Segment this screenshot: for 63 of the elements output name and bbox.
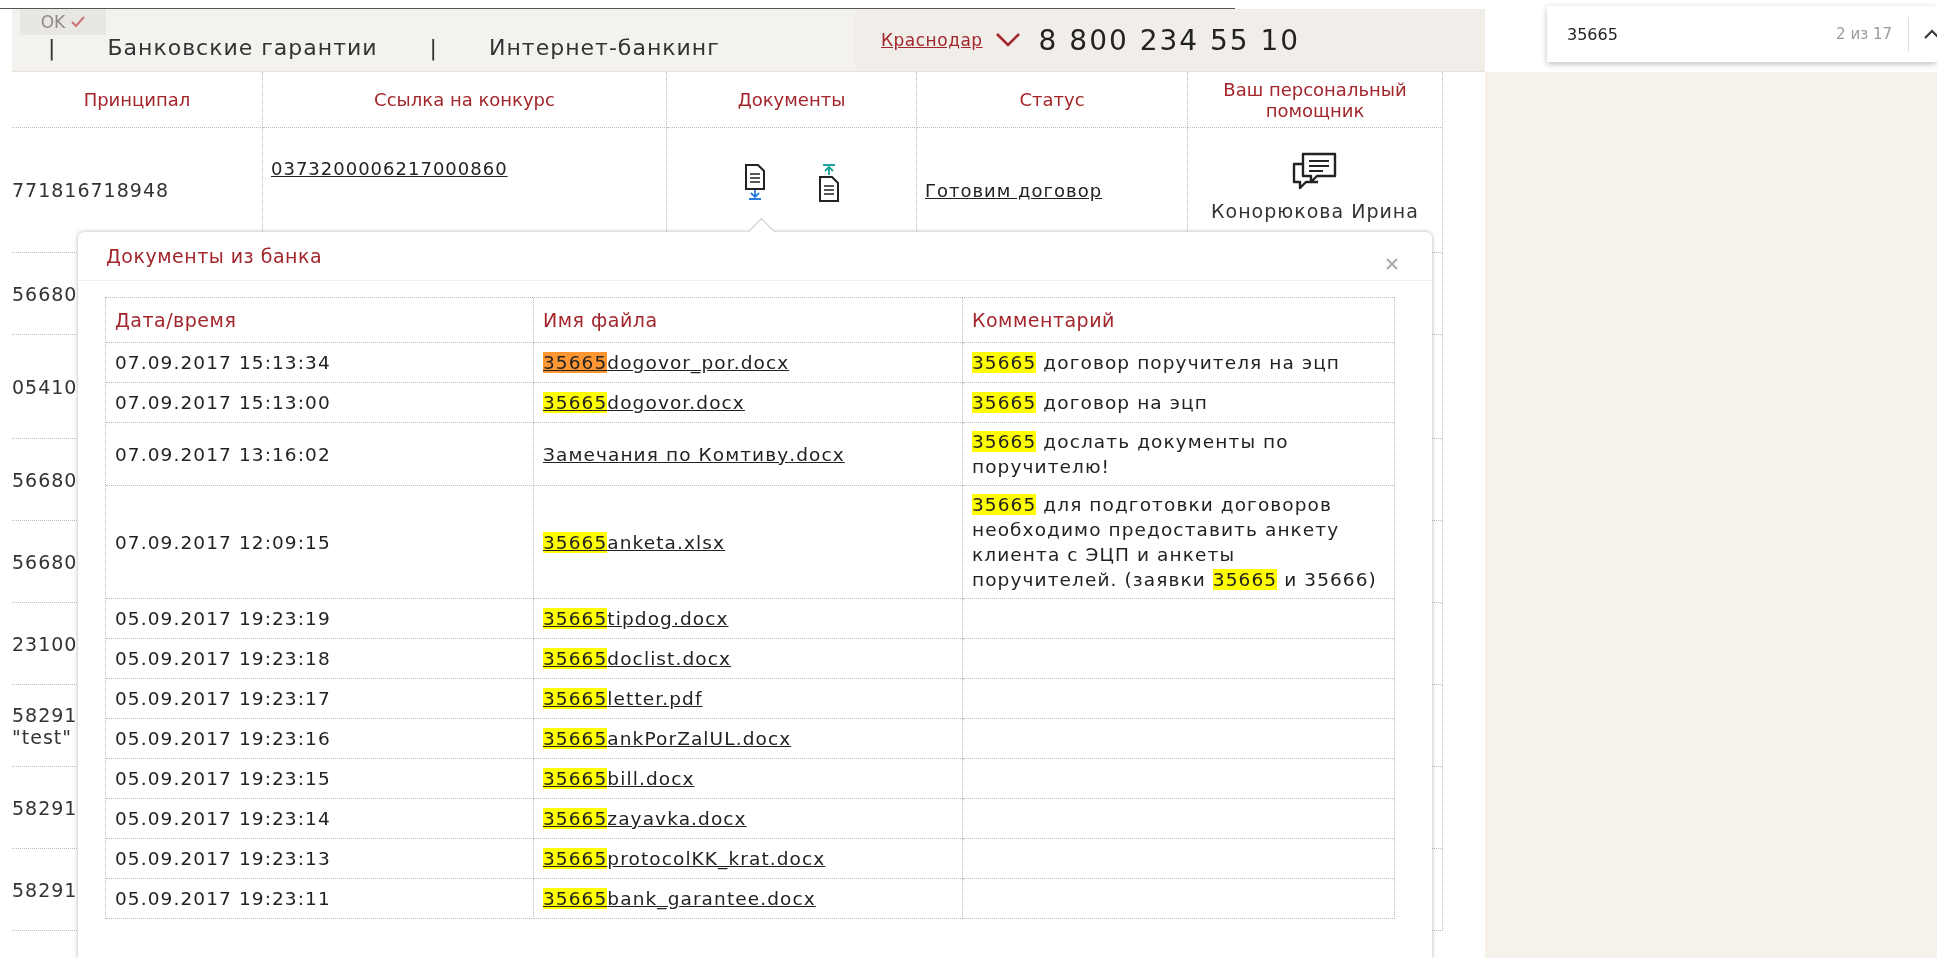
comment-text: 35665 договор на эцп [972, 391, 1208, 415]
file-link[interactable]: 35665ankPorZalUL.docx [543, 726, 792, 751]
principal-note: "test" [12, 725, 72, 748]
file-link[interactable]: Замечания по Комтиву.docx [543, 441, 845, 467]
principal-inn: 56680 [12, 550, 78, 573]
nav-link[interactable]: Интернет-банкинг [489, 34, 720, 60]
tender-link[interactable]: 0373200006217000860 [271, 158, 508, 179]
file-link[interactable]: 35665zayavka.docx [543, 806, 747, 831]
column-header: Дата/время [106, 298, 534, 343]
column-header: Ссылка на конкурс [263, 72, 667, 128]
comment-text: 35665 для подготовки договоров необходимо предоставить анкету клиента с ЭЦП и анкеты поручителей. (заявки 35665 и 35666) [972, 493, 1378, 592]
document-download-icon[interactable] [743, 164, 766, 200]
principal-inn: 58291 [12, 703, 78, 726]
date-time: 07.09.2017 12:09:15 [115, 530, 331, 555]
column-header: Статус [917, 72, 1188, 128]
file-link[interactable]: 35665dogovor.docx [543, 390, 745, 415]
principal-inn: 56680 [12, 468, 78, 491]
date-time: 07.09.2017 15:13:34 [115, 351, 331, 375]
date-time: 05.09.2017 19:23:15 [115, 767, 331, 791]
chat-icon[interactable] [1291, 152, 1339, 192]
find-input[interactable]: 35665 [1565, 23, 1749, 45]
file-link[interactable]: 35665 bank_garantee.docx [543, 886, 816, 911]
date-time: 05.09.2017 19:23:11 [115, 887, 331, 911]
document-upload-icon[interactable] [817, 164, 840, 202]
column-header: Документы [667, 72, 917, 128]
date-time: 07.09.2017 13:16:02 [115, 442, 331, 467]
file-link[interactable]: 35665 bill.docx [543, 766, 695, 791]
status-link[interactable]: Готовим договор [925, 179, 1103, 201]
file-link[interactable]: 35665 protocolKK_krat.docx [543, 846, 826, 871]
date-time: 05.09.2017 19:23:17 [115, 687, 331, 711]
nav-separator: | [429, 34, 437, 60]
principal-inn: 56680 [12, 282, 78, 305]
phone-number: 8 800 234 55 10 [1038, 23, 1301, 57]
file-link[interactable]: 35665anketa.xlsx [543, 529, 726, 555]
chevron-up-icon[interactable] [1923, 28, 1937, 40]
assistant-name: Конорюкова Ирина [1211, 200, 1419, 222]
date-time: 05.09.2017 19:23:18 [115, 647, 331, 671]
date-time: 05.09.2017 19:23:13 [115, 847, 331, 871]
principal-inn: 05410 [12, 375, 78, 398]
principal-inn: 58291 [12, 796, 78, 819]
date-time: 05.09.2017 19:23:19 [115, 607, 331, 631]
popup-title: Документы из банка [106, 245, 323, 267]
principal-inn: 771816718948 [12, 179, 170, 201]
column-header: Имя файла [534, 298, 963, 343]
file-link[interactable]: 35665doclist.docx [543, 646, 732, 671]
principal-inn: 58291 [12, 878, 78, 901]
city-link[interactable]: Краснодар [881, 30, 983, 50]
column-header: Ваш персональный помощник [1188, 72, 1443, 128]
file-link[interactable]: 35665 letter.pdf [543, 686, 703, 711]
column-header: Комментарий [963, 298, 1395, 343]
date-time: 07.09.2017 15:13:00 [115, 391, 331, 415]
nav-separator: | [48, 34, 56, 60]
match-count: 2 из 17 [1836, 25, 1892, 43]
principal-inn: 23100 [12, 632, 78, 655]
file-link[interactable]: 35665dogovor_por.docx [543, 350, 790, 375]
comment-text: 35665 договор поручителя на эцп [972, 351, 1341, 375]
check-icon [71, 16, 86, 28]
nav-link[interactable]: Банковские гарантии [107, 34, 378, 60]
comment-text: 35665 дослать документы по поручителю! [972, 430, 1290, 479]
chevron-down-icon[interactable] [994, 32, 1021, 48]
column-header: Принципал [12, 72, 263, 128]
date-time: 05.09.2017 19:23:16 [115, 727, 331, 751]
date-time: 05.09.2017 19:23:14 [115, 807, 331, 831]
